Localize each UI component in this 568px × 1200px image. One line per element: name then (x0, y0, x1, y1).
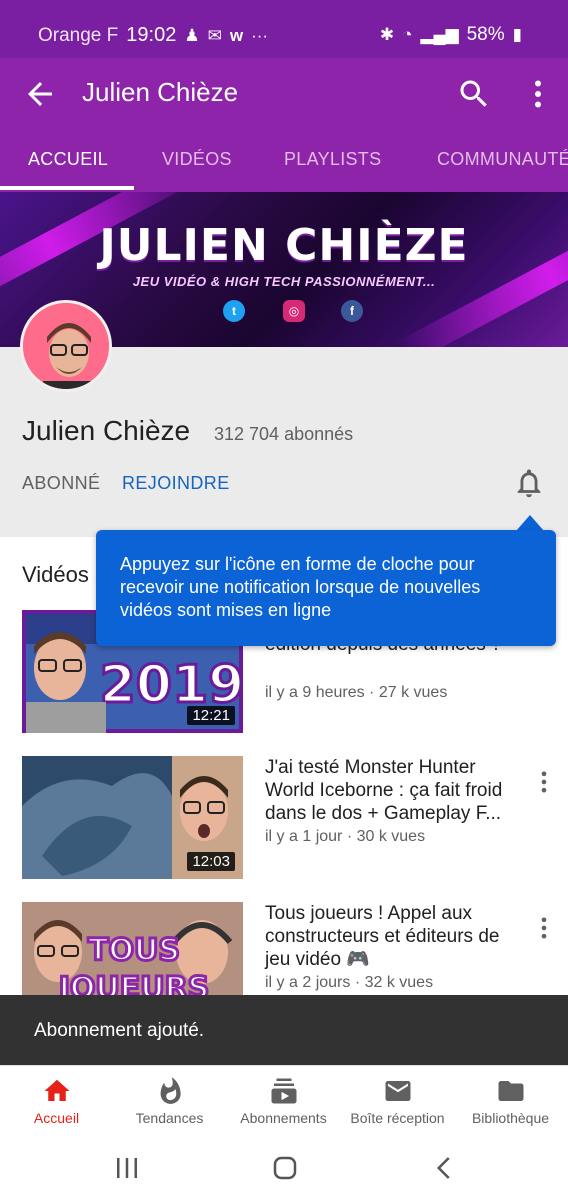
nav-label: Bibliothèque (471, 1110, 550, 1126)
home-icon (44, 1079, 70, 1101)
battery-level: 58% (466, 24, 505, 45)
subscriber-count: 312 704 abonnés (214, 424, 354, 444)
clock: 19:02 (126, 24, 177, 46)
status-right: ✱ ◔ ▂▄▆ 58% ▮ (380, 24, 522, 46)
banner-subtitle: JEU VIDÉO & HIGH TECH PASSIONNÉMENT... (132, 274, 436, 289)
nav-accueil[interactable]: Accueil (0, 1066, 113, 1136)
subscribed-button[interactable]: ABONNÉ (22, 473, 100, 494)
back-arrow-icon[interactable] (22, 76, 58, 112)
videos-section-title: Vidéos (22, 562, 89, 587)
mail-icon: ✉ (207, 25, 222, 45)
tab-videos[interactable]: VIDÉOS (162, 149, 232, 170)
join-button[interactable]: REJOINDRE (122, 473, 230, 494)
home-button-icon[interactable] (270, 1153, 300, 1183)
tab-indicator (0, 186, 134, 190)
carrier-label: Orange F (38, 24, 119, 46)
tooltip-arrow (516, 515, 544, 531)
video-title[interactable]: J'ai testé Monster Hunter World Iceborne… (265, 756, 525, 825)
tab-communaute[interactable]: COMMUNAUTÉ (437, 149, 568, 170)
video-title[interactable]: Tous joueurs ! Appel aux constructeurs e… (265, 902, 525, 971)
nav-tendances[interactable]: Tendances (113, 1066, 226, 1136)
nav-abonnements[interactable]: Abonnements (227, 1066, 340, 1136)
channel-avatar[interactable] (20, 300, 112, 392)
nav-boite-reception[interactable]: Boîte réception (341, 1066, 454, 1136)
instagram-icon: ◎ (283, 300, 305, 322)
video-meta: il y a 1 jour · 30 k vues (265, 828, 426, 845)
back-button-icon[interactable] (430, 1153, 460, 1183)
nav-label: Abonnements (240, 1110, 327, 1126)
banner-title: JULIEN CHIÈZE (99, 220, 469, 271)
channel-name: Julien Chièze (22, 415, 191, 446)
bell-icon[interactable] (512, 466, 546, 500)
video-more-icon[interactable] (530, 914, 558, 942)
svg-text:TOUS: TOUS (88, 933, 180, 968)
video-duration: 12:03 (187, 852, 235, 871)
wifi-icon: ◔ (402, 25, 413, 44)
more-vert-icon[interactable] (520, 76, 556, 112)
mail-icon (385, 1081, 411, 1101)
nav-label: Boîte réception (350, 1110, 445, 1126)
notification-icon: ♟ (184, 25, 200, 45)
bell-tooltip[interactable]: Appuyez sur l'icône en forme de cloche p… (96, 530, 556, 646)
video-meta: il y a 9 heures · 27 k vues (265, 684, 448, 701)
video-duration: 12:21 (187, 706, 235, 725)
bottom-navigation: Accueil Tendances Abonnements Boîte réce… (0, 1065, 568, 1135)
tab-accueil[interactable]: ACCUEIL (28, 149, 108, 170)
nav-bibliotheque[interactable]: Bibliothèque (454, 1066, 567, 1136)
snackbar: Abonnement ajouté. (0, 995, 568, 1065)
system-navigation-bar (0, 1135, 568, 1200)
status-bar: Orange F 19:02 ♟ ✉ w ··· ✱ ◔ ▂▄▆ 58% ▮ (0, 0, 568, 58)
nav-label: Tendances (135, 1110, 204, 1126)
more-notifications-dots: ··· (251, 25, 269, 45)
search-icon[interactable] (456, 76, 492, 112)
subscriptions-icon (271, 1078, 297, 1104)
recent-apps-icon[interactable] (112, 1153, 142, 1183)
status-left: Orange F 19:02 ♟ ✉ w ··· (38, 24, 268, 47)
app-bar-title: Julien Chièze (82, 77, 239, 107)
battery-icon: ▮ (512, 25, 522, 44)
app-bar: Julien Chièze (0, 58, 568, 130)
video-thumbnail[interactable]: 12:03 (22, 756, 243, 879)
channel-tabs: ACCUEIL VIDÉOS PLAYLISTS COMMUNAUTÉ (0, 130, 568, 192)
nav-label: Accueil (33, 1110, 80, 1126)
tab-playlists[interactable]: PLAYLISTS (284, 149, 381, 170)
video-meta: il y a 2 jours · 32 k vues (265, 974, 434, 991)
video-more-icon[interactable] (530, 768, 558, 796)
flame-icon (160, 1077, 181, 1104)
twitter-icon: t (223, 300, 245, 322)
signal-icon: ▂▄▆ (420, 25, 459, 44)
video-item[interactable]: 12:03 J'ai testé Monster Hunter World Ic… (0, 756, 568, 880)
bluetooth-icon: ✱ (379, 25, 395, 44)
w-app-icon: w (229, 25, 244, 45)
facebook-icon: f (341, 300, 363, 322)
folder-icon (498, 1081, 524, 1101)
